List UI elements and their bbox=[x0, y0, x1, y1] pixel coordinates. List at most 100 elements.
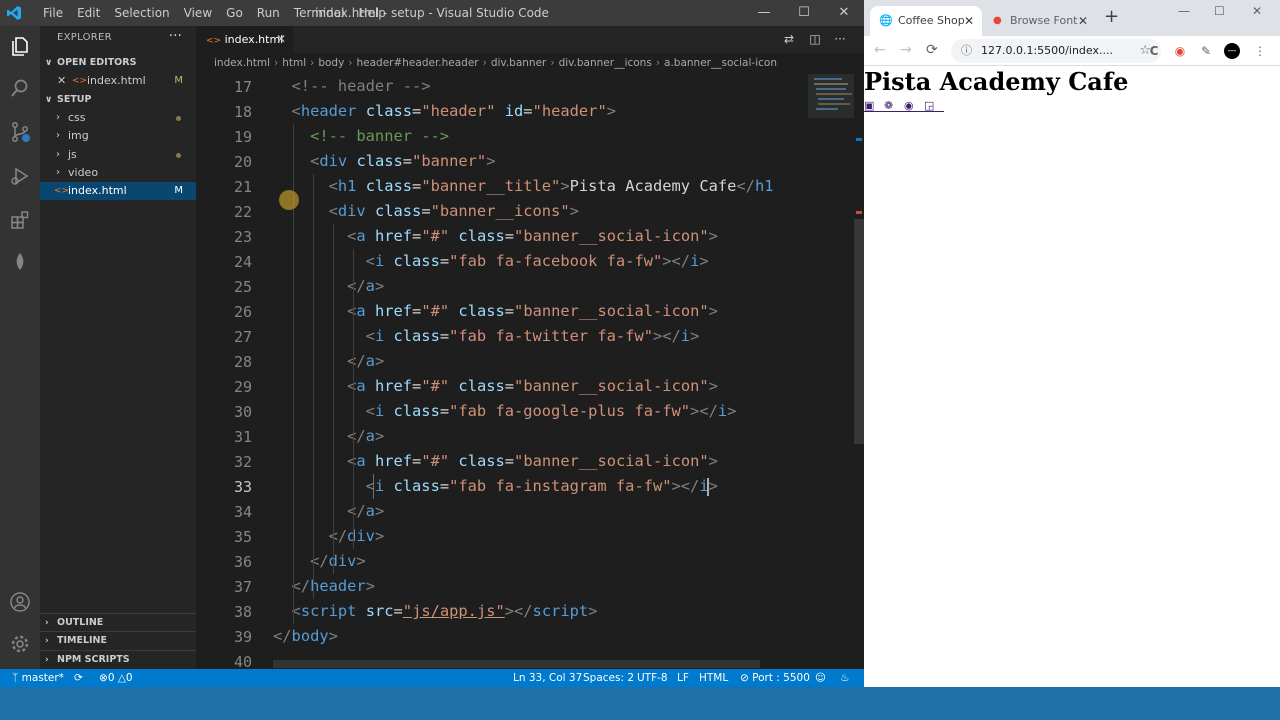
extensions-icon[interactable] bbox=[8, 208, 32, 232]
breadcrumb-item[interactable]: div.banner__icons bbox=[559, 57, 652, 69]
minimize-icon[interactable]: — bbox=[1178, 4, 1190, 18]
project-section[interactable]: ∨ SETUP bbox=[40, 91, 196, 109]
google-plus-icon[interactable]: ◉ bbox=[904, 99, 924, 112]
cursor-position[interactable]: Ln 33, Col 37 bbox=[513, 669, 582, 687]
twitter-icon[interactable]: ❁ bbox=[884, 99, 904, 112]
menu-item-edit[interactable]: Edit bbox=[70, 0, 107, 26]
live-server-status[interactable]: ⊘ Port : 5500 bbox=[740, 669, 810, 687]
vertical-scrollbar[interactable] bbox=[854, 74, 864, 669]
code-line[interactable]: </div> bbox=[273, 527, 385, 545]
mongodb-leaf-icon[interactable] bbox=[8, 250, 32, 274]
code-line[interactable]: </a> bbox=[273, 502, 384, 520]
gear-icon[interactable] bbox=[8, 632, 32, 656]
indentation-status[interactable]: Spaces: 2 bbox=[583, 669, 634, 687]
branch-status[interactable]: ᛉ master* bbox=[12, 669, 64, 687]
language-mode[interactable]: HTML bbox=[699, 669, 728, 687]
problems-status[interactable]: ⊗0 △0 bbox=[99, 669, 133, 687]
explorer-icon[interactable] bbox=[8, 34, 32, 58]
maximize-icon[interactable]: ☐ bbox=[784, 0, 824, 26]
code-line[interactable]: <i class="fab fa-twitter fa-fw"></i> bbox=[273, 327, 700, 345]
minimap[interactable] bbox=[808, 74, 854, 669]
source-control-icon[interactable] bbox=[8, 120, 32, 144]
tab-index-html[interactable]: <> index.html ✕ bbox=[196, 26, 293, 53]
instagram-icon[interactable]: ◲ bbox=[924, 99, 944, 112]
menu-item-selection[interactable]: Selection bbox=[107, 0, 176, 26]
code-line[interactable]: <div class="banner__icons"> bbox=[273, 202, 579, 220]
code-line[interactable]: <!-- banner --> bbox=[273, 127, 449, 145]
close-icon[interactable]: ✕ bbox=[276, 26, 286, 53]
code-line[interactable]: <h1 class="banner__title">Pista Academy … bbox=[273, 177, 774, 195]
address-bar[interactable]: ⓘ 127.0.0.1:5500/index.... ☆ bbox=[951, 39, 1161, 63]
browser-tab-browse-fonts[interactable]: ● Browse Font ✕ bbox=[984, 6, 1096, 36]
vscode-logo-icon[interactable] bbox=[6, 5, 22, 21]
tree-item-img[interactable]: › img bbox=[40, 127, 196, 145]
tree-item-index-html[interactable]: <> index.html M bbox=[40, 182, 196, 201]
feedback-icon[interactable]: ☺ bbox=[815, 669, 826, 687]
outline-section[interactable]: › OUTLINE bbox=[40, 613, 196, 631]
tree-item-video[interactable]: › video bbox=[40, 164, 196, 182]
menu-item-run[interactable]: Run bbox=[250, 0, 287, 26]
timeline-section[interactable]: › TIMELINE bbox=[40, 631, 196, 649]
open-editors-section[interactable]: ∨ OPEN EDITORS bbox=[40, 54, 196, 72]
code-line[interactable]: <script src="js/app.js"></script> bbox=[273, 602, 598, 620]
facebook-icon[interactable]: ▣ bbox=[864, 99, 884, 112]
reload-icon[interactable]: ⟳ bbox=[926, 42, 938, 58]
menu-item-view[interactable]: View bbox=[177, 0, 219, 26]
breadcrumb-item[interactable]: index.html bbox=[214, 57, 270, 69]
code-line[interactable]: </div> bbox=[273, 552, 366, 570]
menu-item-terminal[interactable]: Terminal bbox=[287, 0, 352, 26]
breadcrumb-item[interactable]: div.banner bbox=[491, 57, 547, 69]
kebab-menu-icon[interactable]: ⋮ bbox=[1252, 43, 1268, 59]
back-arrow-icon[interactable]: ← bbox=[874, 42, 886, 58]
breadcrumb-item[interactable]: body bbox=[318, 57, 344, 69]
maximize-icon[interactable]: ☐ bbox=[1214, 4, 1225, 18]
code-line[interactable]: <a href="#" class="banner__social-icon"> bbox=[273, 377, 718, 395]
horizontal-scrollbar[interactable] bbox=[273, 660, 760, 668]
open-changes-icon[interactable]: ⇄ bbox=[781, 32, 797, 48]
code-line[interactable]: <a href="#" class="banner__social-icon"> bbox=[273, 302, 718, 320]
new-tab-button[interactable]: + bbox=[1104, 6, 1119, 27]
code-line[interactable]: </a> bbox=[273, 352, 384, 370]
tree-item-js[interactable]: › js bbox=[40, 146, 196, 164]
split-editor-icon[interactable]: ◫ bbox=[807, 32, 823, 48]
breadcrumb-item[interactable]: header#header.header bbox=[356, 57, 478, 69]
sync-icon[interactable]: ⟳ bbox=[74, 669, 83, 687]
extension-c-icon[interactable]: C bbox=[1146, 43, 1162, 59]
code-line[interactable]: <i class="fab fa-instagram fa-fw"></i> bbox=[273, 477, 718, 495]
breadcrumb-item[interactable]: html bbox=[282, 57, 306, 69]
npm-scripts-section[interactable]: › NPM SCRIPTS bbox=[40, 650, 196, 668]
more-actions-icon[interactable]: ··· bbox=[169, 28, 182, 44]
close-icon[interactable]: ✕ bbox=[964, 6, 974, 36]
code-editor[interactable]: 17 <!-- header --> 18 <header class="head… bbox=[196, 74, 864, 669]
code-line[interactable]: <a href="#" class="banner__social-icon"> bbox=[273, 227, 718, 245]
code-line[interactable]: </header> bbox=[273, 577, 375, 595]
encoding-status[interactable]: UTF-8 bbox=[637, 669, 668, 687]
close-icon[interactable]: ✕ bbox=[1252, 4, 1262, 18]
code-line[interactable]: </a> bbox=[273, 277, 384, 295]
color-picker-icon[interactable]: ◉ bbox=[1172, 43, 1188, 59]
account-icon[interactable] bbox=[8, 590, 32, 614]
minimize-icon[interactable]: — bbox=[744, 0, 784, 26]
search-icon[interactable] bbox=[8, 76, 32, 100]
tree-item-css[interactable]: › css bbox=[40, 109, 196, 127]
code-line[interactable]: <i class="fab fa-facebook fa-fw"></i> bbox=[273, 252, 709, 270]
avatar[interactable]: — bbox=[1224, 43, 1240, 59]
code-line[interactable]: </a> bbox=[273, 427, 384, 445]
breadcrumb-item[interactable]: a.banner__social-icon bbox=[664, 57, 777, 69]
run-debug-icon[interactable] bbox=[8, 164, 32, 188]
more-actions-icon[interactable]: ··· bbox=[832, 32, 848, 48]
code-line[interactable]: <header class="header" id="header"> bbox=[273, 102, 616, 120]
browser-tab-coffee-shop[interactable]: 🌐 Coffee Shop ✕ bbox=[870, 6, 982, 36]
close-icon[interactable]: ✕ bbox=[824, 0, 864, 26]
code-line[interactable]: <div class="banner"> bbox=[273, 152, 495, 170]
eol-status[interactable]: LF bbox=[677, 669, 689, 687]
puzzle-icon[interactable]: ✎ bbox=[1198, 43, 1214, 59]
close-icon[interactable]: ✕ bbox=[1078, 6, 1088, 36]
code-line[interactable]: <i class="fab fa-google-plus fa-fw"></i> bbox=[273, 402, 737, 420]
menu-item-file[interactable]: File bbox=[36, 0, 70, 26]
bell-icon[interactable]: ♨ bbox=[840, 669, 849, 687]
open-editor-item[interactable]: ✕ <> index.html M bbox=[40, 72, 196, 90]
code-line[interactable]: <a href="#" class="banner__social-icon"> bbox=[273, 452, 718, 470]
code-line[interactable]: <!-- header --> bbox=[273, 77, 431, 95]
menu-item-go[interactable]: Go bbox=[219, 0, 250, 26]
